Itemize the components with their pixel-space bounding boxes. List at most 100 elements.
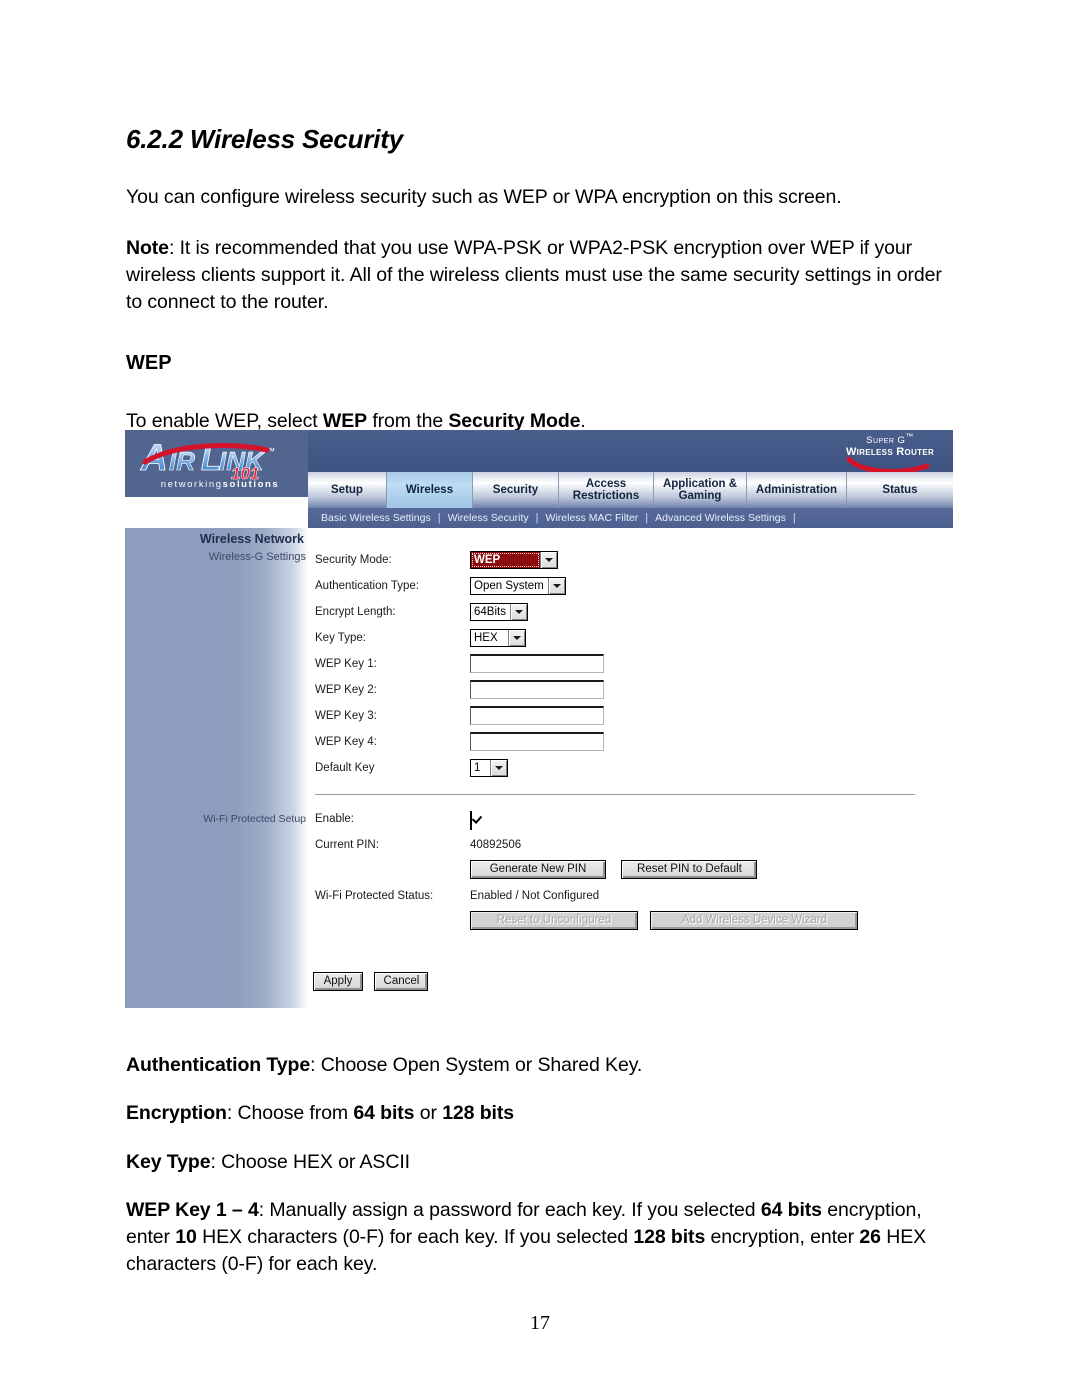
key-type-body: : Choose HEX or ASCII	[210, 1151, 410, 1173]
label-wps-enable: Enable:	[315, 813, 355, 825]
wep-key-10: 10	[175, 1226, 197, 1248]
row-wep-key-4: WEP Key 4:	[308, 732, 953, 758]
subnav-wireless-mac-filter[interactable]: Wireless MAC Filter	[539, 512, 646, 524]
router-sidebar: Wireless Network Wireless-G Settings Wi-…	[125, 528, 308, 1008]
wep-key-2-input[interactable]	[470, 680, 604, 699]
nav-tab-application-gaming[interactable]: Application & Gaming	[654, 472, 747, 508]
router-header: A IR L INK ™ 101 networkingsolutions Sup…	[125, 430, 953, 508]
router-content: Security Mode: WEP Authentication Type: …	[308, 528, 953, 1008]
key-type-select[interactable]: HEX	[470, 629, 526, 647]
sidebar-section-title: Wireless Network	[199, 532, 304, 546]
chevron-down-icon[interactable]	[540, 552, 557, 568]
chevron-down-icon[interactable]	[490, 760, 507, 776]
row-current-pin: Current PIN: 40892506	[308, 835, 953, 861]
super-g-badge: Super G™ Wireless Router	[831, 431, 949, 475]
note-paragraph: Note: It is recommended that you use WPA…	[126, 235, 958, 316]
encryption-text-1: : Choose from	[226, 1102, 354, 1124]
wep-heading: WEP	[126, 352, 172, 374]
badge-trademark: ™	[905, 432, 914, 441]
field-wep-key-1[interactable]	[470, 654, 604, 674]
main-nav[interactable]: Setup Wireless Security Access Restricti…	[308, 472, 953, 508]
field-auth-type[interactable]: Open System	[470, 576, 566, 595]
intro-text: You can configure wireless security such…	[126, 186, 842, 208]
key-type-value: HEX	[474, 632, 498, 644]
wep-key-1-input[interactable]	[470, 654, 604, 673]
field-wps-enable[interactable]	[470, 811, 472, 830]
enable-text-2: from the	[367, 410, 449, 432]
note-label: Note	[126, 237, 169, 259]
field-key-type[interactable]: HEX	[470, 628, 526, 647]
security-mode-select[interactable]: WEP	[470, 551, 558, 569]
wep-key-text-4: encryption, enter	[705, 1226, 860, 1248]
brand-tagline: networkingsolutions	[135, 479, 305, 490]
encryption-description: Encryption: Choose from 64 bits or 128 b…	[126, 1100, 958, 1127]
wep-key-64bits: 64 bits	[760, 1199, 822, 1221]
nav-tab-administration[interactable]: Administration	[747, 472, 847, 508]
label-wps-status: Wi-Fi Protected Status:	[315, 890, 434, 902]
chevron-down-icon[interactable]	[509, 604, 527, 620]
reset-pin-to-default-button[interactable]: Reset PIN to Default	[621, 859, 758, 879]
chevron-down-icon[interactable]	[547, 578, 565, 594]
auth-type-body: : Choose Open System or Shared Key.	[310, 1054, 643, 1076]
subnav-advanced-wireless-settings[interactable]: Advanced Wireless Settings	[648, 512, 793, 524]
field-wep-key-2[interactable]	[470, 680, 604, 700]
router-ui-screenshot: A IR L INK ™ 101 networkingsolutions Sup…	[125, 430, 953, 1008]
label-current-pin: Current PIN:	[315, 839, 379, 851]
row-security-mode: Security Mode: WEP	[308, 550, 953, 576]
row-auth-type: Authentication Type: Open System	[308, 576, 953, 602]
wps-disabled-button-group[interactable]: Reset to Unconfigured Add Wireless Devic…	[470, 910, 859, 930]
reset-to-unconfigured-button[interactable]: Reset to Unconfigured	[470, 910, 638, 930]
row-form-actions: Apply Cancel	[308, 971, 953, 997]
row-wps-enable: Enable:	[308, 809, 953, 835]
airlink-logo: A IR L INK ™ 101	[135, 434, 305, 480]
encrypt-length-value: 64Bits	[474, 606, 506, 618]
wep-key-128bits: 128 bits	[633, 1226, 706, 1248]
enable-text-security-mode: Security Mode	[448, 410, 581, 432]
enable-text-3: .	[580, 410, 586, 432]
nav-tab-access-restrictions[interactable]: Access Restrictions	[559, 472, 654, 508]
field-wep-key-3[interactable]	[470, 706, 604, 726]
label-encrypt-length: Encrypt Length:	[315, 606, 396, 618]
form-action-group[interactable]: Apply Cancel	[313, 971, 429, 991]
encryption-64bits: 64 bits	[353, 1102, 415, 1124]
encrypt-length-select[interactable]: 64Bits	[470, 603, 528, 621]
add-wireless-device-wizard-button[interactable]: Add Wireless Device Wizard	[650, 910, 859, 930]
sub-nav[interactable]: Basic Wireless Settings | Wireless Secur…	[308, 508, 953, 528]
row-wps-disabled-buttons: Reset to Unconfigured Add Wireless Devic…	[308, 910, 953, 936]
wep-key-3-input[interactable]	[470, 706, 604, 725]
wep-key-text-1: : Manually assign a password for each ke…	[258, 1199, 761, 1221]
chevron-down-icon[interactable]	[508, 630, 525, 646]
subnav-basic-wireless-settings[interactable]: Basic Wireless Settings	[314, 512, 438, 524]
pin-button-group[interactable]: Generate New PIN Reset PIN to Default	[470, 859, 758, 879]
note-body: : It is recommended that you use WPA-PSK…	[126, 237, 942, 313]
nav-tab-wireless[interactable]: Wireless	[387, 472, 473, 508]
router-body: Wireless Network Wireless-G Settings Wi-…	[125, 528, 953, 1008]
nav-tab-status[interactable]: Status	[847, 472, 953, 508]
tagline-part2: solutions	[222, 479, 280, 490]
label-auth-type: Authentication Type:	[315, 580, 419, 592]
wep-key-term: WEP Key 1 – 4	[126, 1199, 259, 1221]
enable-text-1: To enable WEP, select	[126, 410, 323, 432]
cancel-button[interactable]: Cancel	[374, 971, 429, 991]
subnav-wireless-security[interactable]: Wireless Security	[441, 512, 536, 524]
apply-button[interactable]: Apply	[313, 971, 363, 991]
encryption-term: Encryption	[126, 1102, 227, 1124]
wps-enable-checkbox[interactable]	[470, 811, 472, 830]
nav-tab-security[interactable]: Security	[473, 472, 559, 508]
auth-type-term: Authentication Type	[126, 1054, 311, 1076]
row-wep-key-2: WEP Key 2:	[308, 680, 953, 706]
label-security-mode: Security Mode:	[315, 554, 392, 566]
default-key-select[interactable]: 1	[470, 759, 508, 777]
auth-type-select[interactable]: Open System	[470, 577, 566, 595]
field-security-mode[interactable]: WEP	[470, 550, 558, 569]
wep-key-4-input[interactable]	[470, 732, 604, 751]
row-encrypt-length: Encrypt Length: 64Bits	[308, 602, 953, 628]
nav-tab-setup[interactable]: Setup	[308, 472, 387, 508]
field-encrypt-length[interactable]: 64Bits	[470, 602, 528, 621]
sidebar-section-subtitle: Wireless-G Settings	[208, 551, 306, 563]
current-pin-value: 40892506	[470, 839, 522, 851]
generate-new-pin-button[interactable]: Generate New PIN	[470, 859, 606, 879]
section-heading: 6.2.2 Wireless Security	[126, 124, 403, 154]
field-wep-key-4[interactable]	[470, 732, 604, 752]
field-default-key[interactable]: 1	[470, 758, 508, 777]
